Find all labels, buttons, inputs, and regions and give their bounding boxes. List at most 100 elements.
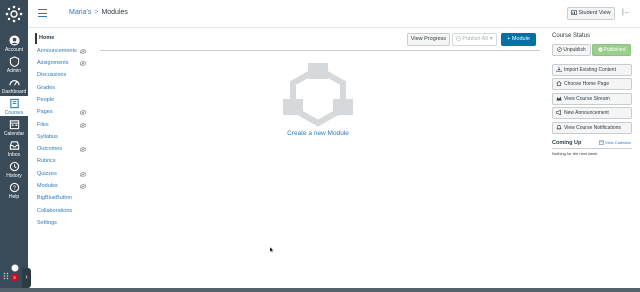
course-nav-rubrics[interactable]: Rubrics xyxy=(35,156,90,167)
publish-check-icon xyxy=(456,36,462,41)
course-nav-outcomes[interactable]: Outcomes xyxy=(35,144,90,155)
course-nav-pages[interactable]: Pages xyxy=(35,107,90,118)
published-label: Published xyxy=(603,47,626,53)
add-module-button[interactable]: + Module xyxy=(501,33,536,46)
import-icon xyxy=(556,67,562,72)
inbox-icon xyxy=(9,141,19,150)
view-course-notifications-button[interactable]: View Course Notifications xyxy=(552,122,632,134)
side-action-label: New Announcement xyxy=(564,110,609,116)
course-nav-syllabus[interactable]: Syllabus xyxy=(35,132,90,143)
hidden-eye-icon xyxy=(80,184,86,189)
global-nav-label: Help xyxy=(8,194,20,200)
global-nav-history[interactable]: History xyxy=(0,161,28,179)
course-nav-home[interactable]: Home xyxy=(35,33,90,44)
course-nav-collaborations[interactable]: Collaborations xyxy=(35,206,90,217)
global-nav-label: Admin xyxy=(6,68,22,74)
view-calendar-link[interactable]: View Calendar xyxy=(599,140,631,145)
side-action-label: View Course Notifications xyxy=(564,125,621,131)
global-nav-label: Inbox xyxy=(7,152,21,158)
course-nav-discussions[interactable]: Discussions xyxy=(35,70,90,81)
publish-all-button[interactable]: Publish All ▾ xyxy=(452,33,497,46)
coming-up-title: Coming Up xyxy=(552,140,582,146)
hidden-eye-icon xyxy=(80,172,86,177)
coming-up-empty-text: Nothing for the next week xyxy=(552,151,598,156)
course-nav-label: BigBlueButton xyxy=(37,195,72,201)
add-module-label: + Module xyxy=(507,36,530,42)
canvas-logo-icon[interactable] xyxy=(5,5,23,23)
collapse-sidebar-icon[interactable]: |← xyxy=(622,9,631,16)
unpublish-button[interactable]: Unpublish xyxy=(552,44,591,56)
side-action-label: Choose Home Page xyxy=(564,81,610,87)
course-nav-label: Discussions xyxy=(37,72,67,78)
course-nav-people[interactable]: People xyxy=(35,95,90,106)
calendar-small-icon xyxy=(599,140,604,145)
hidden-eye-icon xyxy=(80,123,86,128)
modules-empty-illustration-icon xyxy=(283,63,353,127)
global-nav-help[interactable]: ? Help xyxy=(0,182,28,200)
course-nav-label: Syllabus xyxy=(37,134,58,140)
stream-icon xyxy=(556,96,562,101)
global-nav-dashboard[interactable]: Dashboard xyxy=(0,77,28,95)
course-nav-label: Announcements xyxy=(37,48,77,54)
svg-text:?: ? xyxy=(12,186,15,192)
course-nav-quizzes[interactable]: Quizzes xyxy=(35,169,90,180)
course-nav-assignments[interactable]: Assignments xyxy=(35,58,90,69)
breadcrumb-course-link[interactable]: Maria's xyxy=(69,9,91,16)
hamburger-menu-icon[interactable] xyxy=(38,9,47,17)
view-progress-button[interactable]: View Progress xyxy=(407,33,450,46)
course-nav-bigbluebutton[interactable]: BigBlueButton xyxy=(35,193,90,204)
course-nav-label: Quizzes xyxy=(37,171,57,177)
mouse-cursor-icon xyxy=(270,247,274,253)
global-nav-label: History xyxy=(6,173,22,179)
course-nav-modules[interactable]: Modules xyxy=(35,181,90,192)
student-view-button[interactable]: Student View xyxy=(567,7,615,20)
hidden-eye-icon xyxy=(80,110,86,115)
user-icon[interactable] xyxy=(11,264,19,272)
global-nav-calendar[interactable]: Calendar xyxy=(0,119,28,137)
course-nav-grades[interactable]: Grades xyxy=(35,83,90,94)
course-nav-label: Rubrics xyxy=(37,158,56,164)
course-nav-label: People xyxy=(37,97,55,103)
new-announcement-button[interactable]: New Announcement xyxy=(552,107,632,119)
global-nav-label: Calendar xyxy=(3,131,25,137)
breadcrumb-separator: > xyxy=(94,9,99,16)
published-button[interactable]: Published xyxy=(592,44,631,56)
calendar-icon xyxy=(9,120,19,130)
dashboard-icon xyxy=(8,80,20,86)
global-nav-inbox[interactable]: Inbox xyxy=(0,140,28,158)
import-content-button[interactable]: Import Existing Content xyxy=(552,64,632,76)
course-nav-label: Files xyxy=(37,122,49,128)
announcement-icon xyxy=(556,110,561,115)
grip-icon[interactable] xyxy=(3,272,9,280)
global-nav-account[interactable]: Account xyxy=(0,35,28,53)
window-bottom-edge xyxy=(0,288,640,292)
global-nav-admin[interactable]: Admin xyxy=(0,56,28,74)
breadcrumb-current: Modules xyxy=(101,9,128,16)
breadcrumb: Maria's > Modules xyxy=(69,9,128,16)
view-calendar-label: View Calendar xyxy=(605,140,631,145)
home-icon xyxy=(556,81,562,86)
create-module-link[interactable]: Create a new Module xyxy=(260,130,376,137)
admin-icon xyxy=(9,56,19,67)
chevron-down-icon: ▾ xyxy=(489,36,493,42)
hidden-eye-icon xyxy=(80,49,86,54)
history-icon xyxy=(9,161,19,172)
course-nav-announcements[interactable]: Announcements xyxy=(35,46,90,57)
hidden-eye-icon xyxy=(80,147,86,152)
view-course-stream-button[interactable]: View Course Stream xyxy=(552,93,632,105)
course-nav-files[interactable]: Files xyxy=(35,120,90,131)
side-action-label: View Course Stream xyxy=(564,96,610,102)
published-check-icon xyxy=(597,47,603,52)
global-nav: Account Admin Dashboard Courses Calendar… xyxy=(0,0,28,292)
global-nav-courses[interactable]: Courses xyxy=(0,96,28,116)
coming-up-header: Coming Up View Calendar xyxy=(552,139,632,149)
global-nav-label: Account xyxy=(4,47,24,53)
course-nav-label: Settings xyxy=(37,220,57,226)
choose-home-page-button[interactable]: Choose Home Page xyxy=(552,78,632,90)
course-nav-label: Pages xyxy=(37,109,53,115)
student-view-label: Student View xyxy=(578,10,611,16)
collapse-nav-button[interactable]: › xyxy=(22,268,31,288)
unpublish-label: Unpublish xyxy=(563,47,586,53)
global-nav-label: Courses xyxy=(4,110,24,116)
course-nav-settings[interactable]: Settings xyxy=(35,218,90,229)
